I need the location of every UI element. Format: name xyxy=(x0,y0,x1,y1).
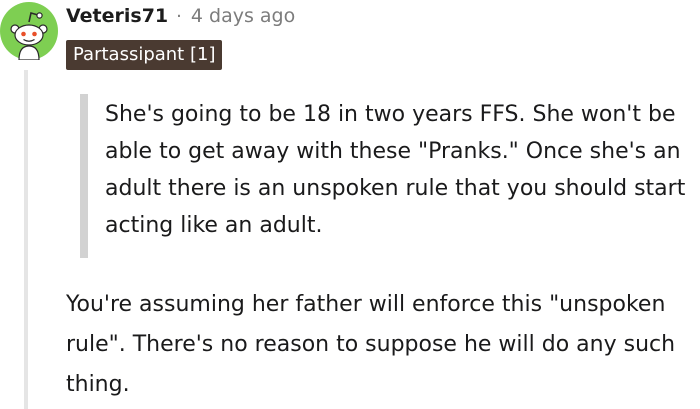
comment-author[interactable]: Veteris71 xyxy=(66,5,168,27)
meta-separator: · xyxy=(176,5,182,27)
comment-header: Veteris71 · 4 days ago xyxy=(66,2,295,30)
comment-body: You're assuming her father will enforce … xyxy=(66,292,676,397)
user-flair: Partassipant [1] xyxy=(66,40,223,70)
thread-collapse-line[interactable] xyxy=(24,70,28,409)
user-avatar-icon[interactable] xyxy=(0,2,58,60)
blockquote: She's going to be 18 in two years FFS. S… xyxy=(80,94,690,258)
comment-timestamp[interactable]: 4 days ago xyxy=(191,5,295,27)
quoted-text: She's going to be 18 in two years FFS. S… xyxy=(105,102,686,238)
